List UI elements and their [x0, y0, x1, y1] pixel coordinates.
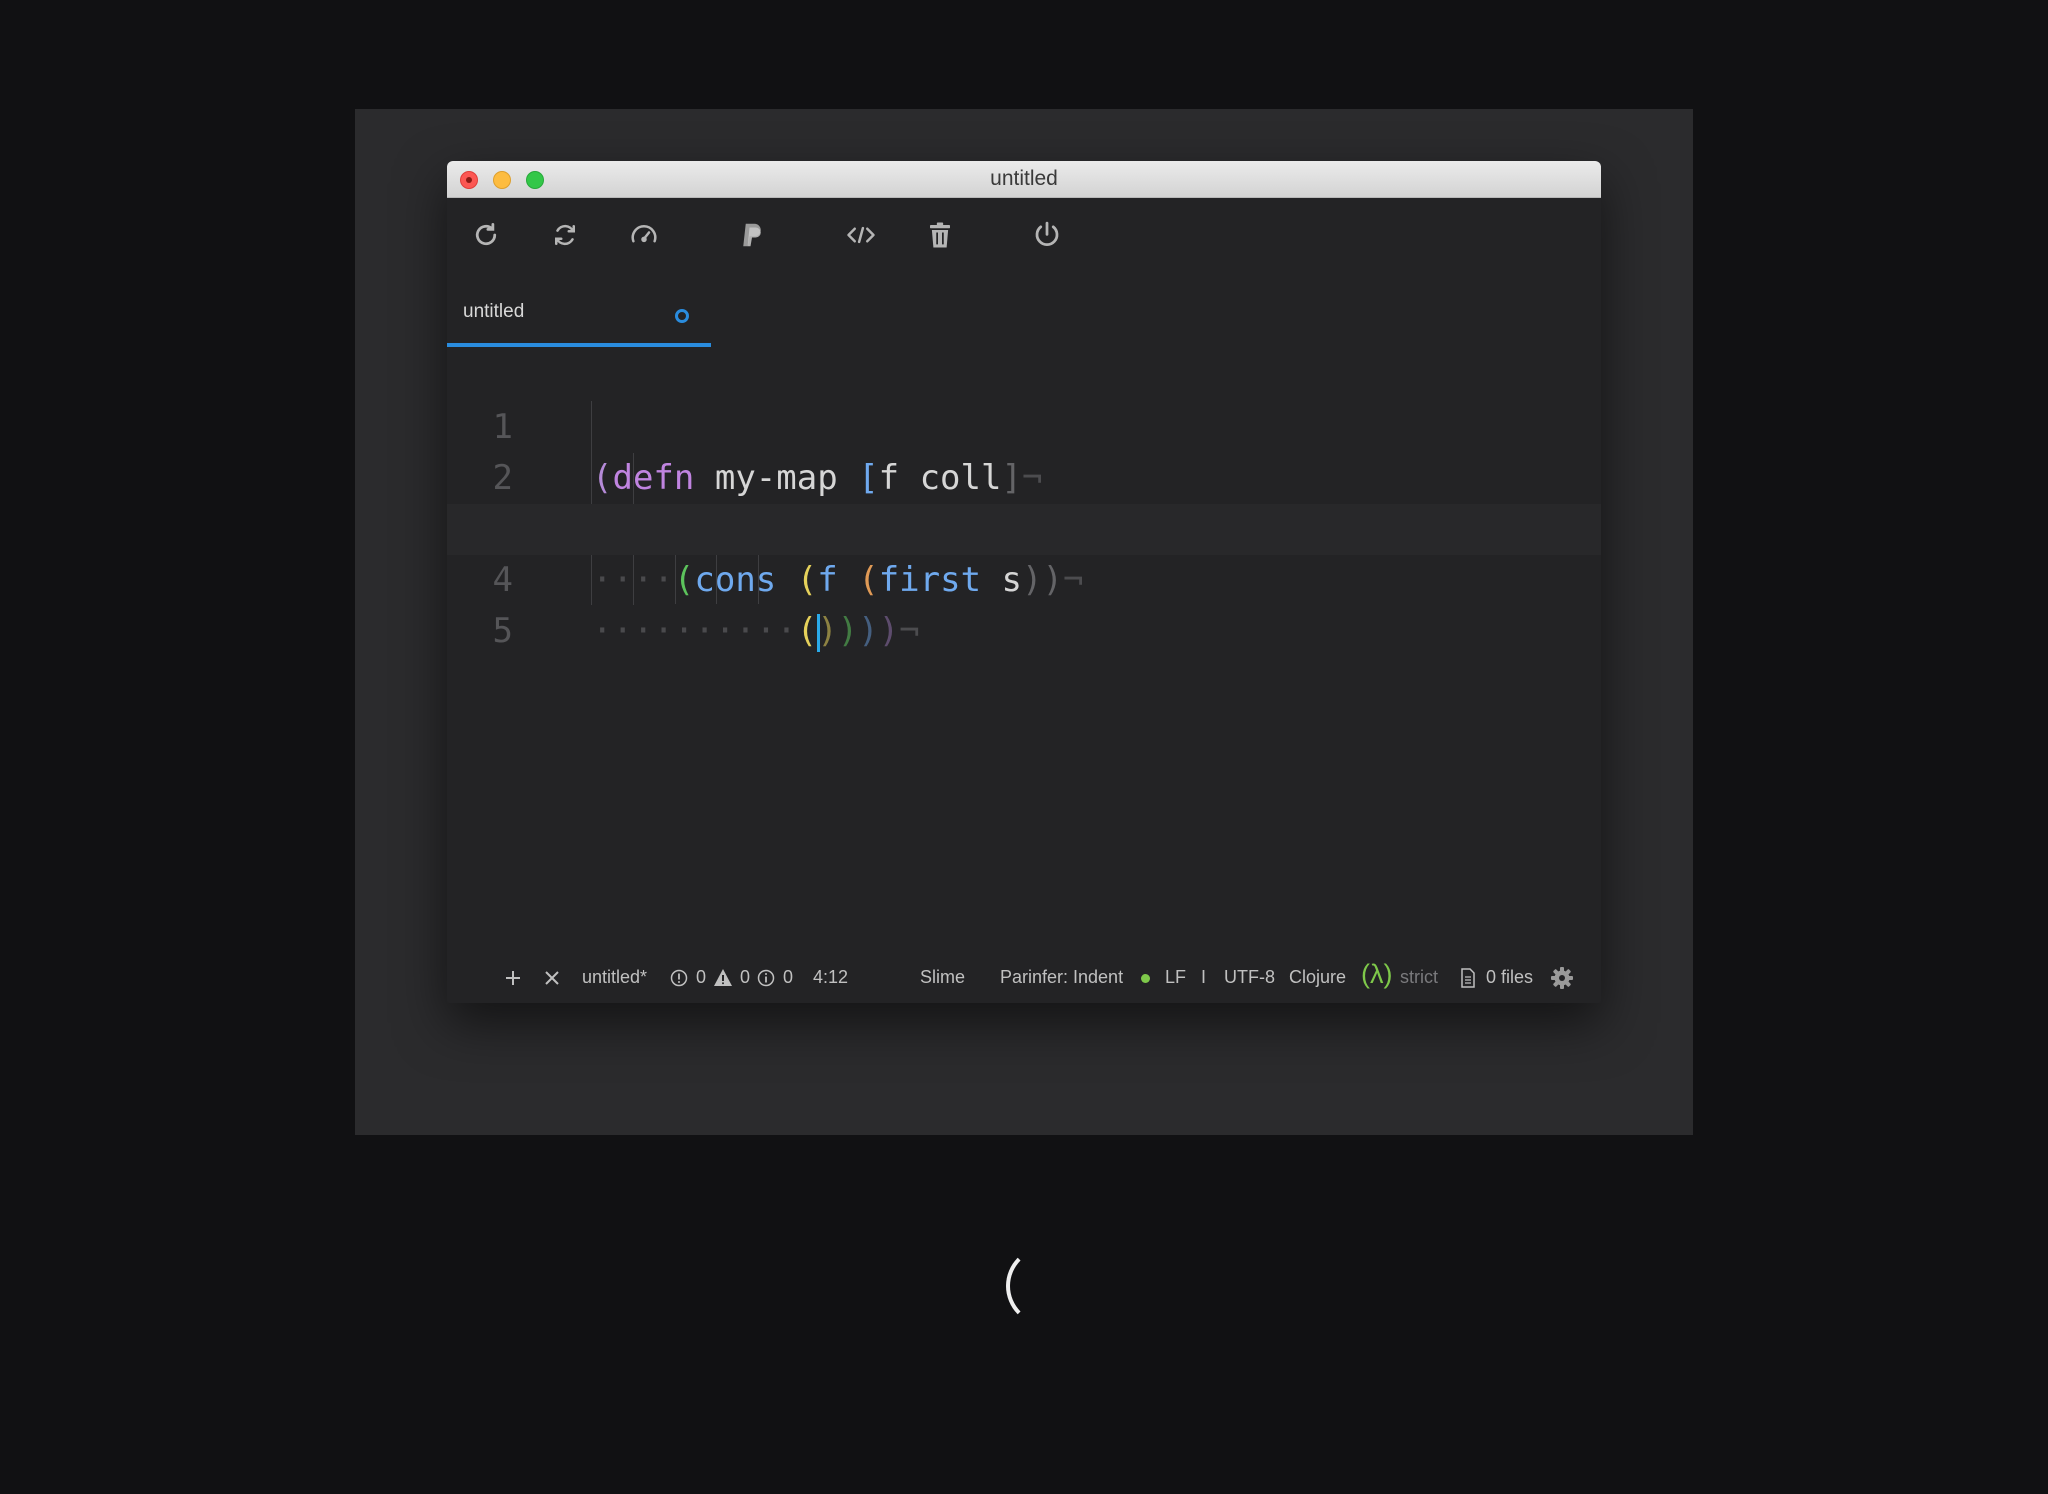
power-icon — [1035, 221, 1059, 246]
info-icon — [757, 969, 775, 987]
code-line: 5 — [447, 555, 1601, 651]
trash-icon — [930, 222, 950, 248]
tab-untitled[interactable]: untitled — [447, 277, 711, 347]
file-name[interactable]: untitled* — [582, 967, 647, 988]
trash-button[interactable] — [918, 213, 962, 257]
window-title: untitled — [990, 167, 1058, 190]
reload-icon — [475, 223, 497, 246]
title-bar: untitled — [447, 161, 1601, 198]
speedometer-icon — [631, 225, 657, 243]
files-count[interactable]: 0 files — [1486, 967, 1533, 988]
lambda-indicator[interactable]: (λ) — [1361, 959, 1392, 990]
slime-status[interactable]: Slime — [920, 967, 965, 988]
code-line: 2 ··(when-let [s (seq coll)]¬ — [447, 402, 1601, 549]
code-line: 3 ····(cons (f (first s))¬ — [447, 453, 1601, 600]
error-icon — [670, 969, 688, 987]
parinfer-mode[interactable]: Parinfer: Indent — [1000, 967, 1123, 988]
sync-icon — [555, 224, 575, 246]
cursor-position[interactable]: 4:12 — [813, 967, 848, 988]
encoding[interactable]: UTF-8 — [1224, 967, 1275, 988]
donate-button[interactable] — [730, 213, 774, 257]
warning-icon — [714, 969, 732, 986]
status-bar: untitled* 0 0 0 4:12 Slime Parinfer: Ind… — [447, 951, 1601, 1003]
line-ending[interactable]: LF — [1165, 967, 1186, 988]
code-toggle-button[interactable] — [839, 213, 883, 257]
tab-bar: untitled — [447, 277, 1601, 347]
error-count[interactable]: 0 — [696, 967, 706, 988]
editor-window: untitled untitled 1 (defn my-map [f coll… — [447, 161, 1601, 1003]
loading-spinner-icon — [1006, 1246, 1086, 1326]
add-icon[interactable] — [504, 969, 522, 987]
code-editor[interactable]: 1 (defn my-map [f coll]¬ 2 ··(when-let [… — [447, 351, 1601, 911]
paypal-icon — [743, 223, 761, 247]
status-dot-icon — [1141, 974, 1150, 983]
warning-count[interactable]: 0 — [740, 967, 750, 988]
sync-button[interactable] — [543, 213, 587, 257]
power-button[interactable] — [1025, 213, 1069, 257]
info-count[interactable]: 0 — [783, 967, 793, 988]
file-icon — [1461, 968, 1475, 988]
reload-button[interactable] — [464, 213, 508, 257]
modified-indicator-icon — [675, 309, 689, 323]
toolbar — [447, 197, 1601, 277]
status-separator: I — [1201, 967, 1207, 987]
code-line-current: 4 ··········())))¬ — [447, 504, 1601, 652]
line-text: ··········())))¬ — [592, 611, 920, 652]
speedometer-button[interactable] — [622, 213, 666, 257]
code-line: 1 (defn my-map [f coll]¬ — [447, 351, 1601, 498]
tab-label: untitled — [463, 301, 525, 322]
line-number: 5 — [492, 611, 513, 651]
close-icon[interactable] — [544, 970, 560, 986]
strict-mode[interactable]: strict — [1400, 967, 1438, 988]
code-icon — [847, 226, 875, 244]
grammar[interactable]: Clojure — [1289, 967, 1346, 988]
gear-icon[interactable] — [1550, 966, 1574, 990]
